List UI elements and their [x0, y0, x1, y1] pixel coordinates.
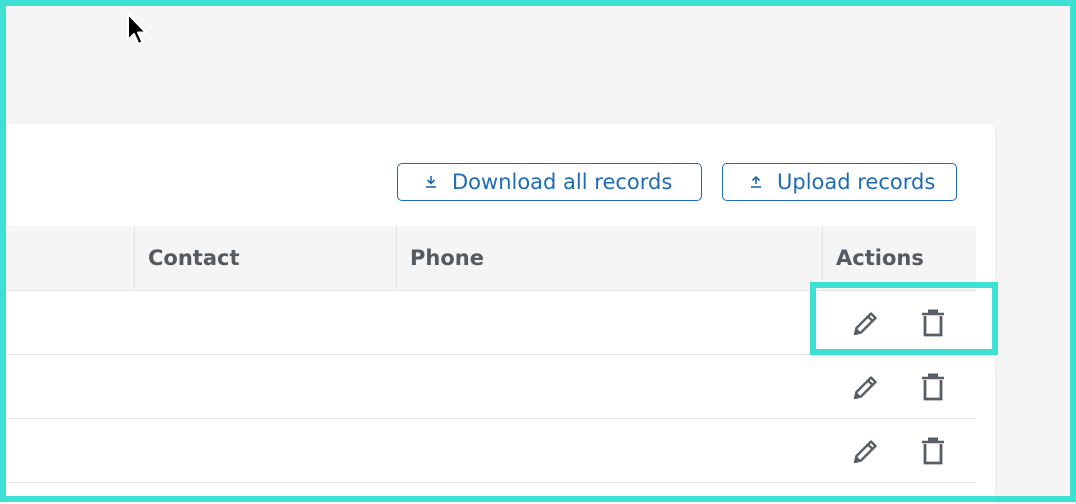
edit-button[interactable] — [850, 435, 882, 467]
records-table: Contact Phone Actions — [6, 226, 976, 483]
table-row — [6, 291, 976, 355]
edit-icon — [853, 440, 877, 464]
upload-records-label: Upload records — [777, 170, 936, 194]
table-row — [6, 419, 976, 483]
column-header-contact[interactable]: Contact — [135, 226, 397, 290]
edit-button[interactable] — [850, 307, 882, 339]
records-panel: Download all records Upload records Cont… — [6, 124, 995, 504]
column-header-phone[interactable]: Phone — [397, 226, 823, 290]
delete-icon — [922, 373, 944, 401]
delete-icon — [922, 309, 944, 337]
upload-records-button[interactable]: Upload records — [722, 163, 957, 201]
edit-button[interactable] — [850, 371, 882, 403]
delete-button[interactable] — [917, 371, 949, 403]
table-row — [6, 355, 976, 419]
mouse-cursor-icon — [127, 13, 147, 45]
delete-button[interactable] — [917, 435, 949, 467]
edit-icon — [853, 312, 877, 336]
column-header-actions: Actions — [836, 246, 924, 270]
delete-button[interactable] — [917, 307, 949, 339]
download-all-records-label: Download all records — [452, 170, 673, 194]
edit-icon — [853, 376, 877, 400]
download-all-records-button[interactable]: Download all records — [397, 163, 702, 201]
table-header: Contact Phone Actions — [6, 226, 976, 291]
download-icon — [426, 176, 436, 188]
column-header-blank — [6, 226, 135, 290]
upload-icon — [751, 175, 761, 188]
delete-icon — [922, 437, 944, 465]
